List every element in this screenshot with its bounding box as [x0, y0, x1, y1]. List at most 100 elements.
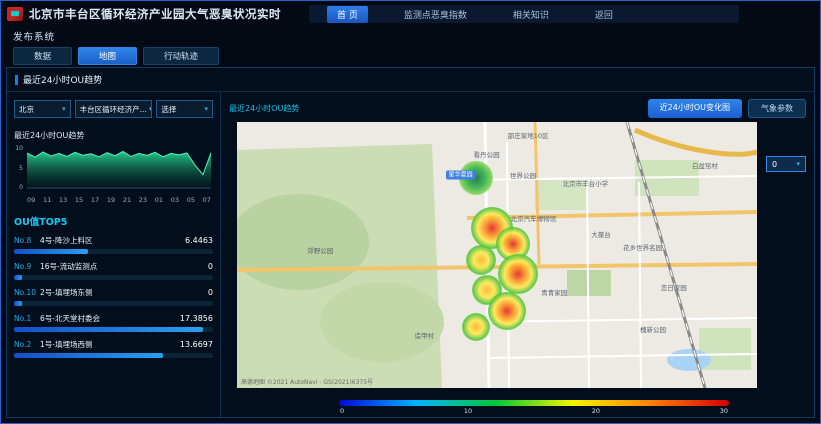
tab-data[interactable]: 数据 [13, 47, 72, 65]
x-tick-label: 03 [171, 196, 179, 204]
ou-value: 13.6697 [180, 340, 213, 349]
top5-title: OU值TOP5 [14, 214, 213, 228]
progress-fill [14, 301, 22, 306]
x-tick-label: 07 [203, 196, 211, 204]
progress-fill [14, 353, 163, 358]
ou-value: 6.4463 [185, 236, 213, 245]
progress-fill [14, 275, 22, 280]
legend-gradient-bar [339, 400, 729, 406]
nav-item-odor-index[interactable]: 监测点恶臭指数 [394, 6, 477, 23]
progress-fill [14, 327, 203, 332]
map-attribution: 高德地图 ©2021 AutoNavi - GS(2021)6375号 [241, 377, 373, 386]
y-tick-label: 5 [14, 165, 23, 172]
ou-color-legend: 0 10 20 30 [339, 400, 729, 415]
nav-item-knowledge[interactable]: 相关知识 [503, 6, 559, 23]
x-tick-label: 23 [139, 196, 147, 204]
section-title: 最近24小时OU趋势 [23, 73, 102, 86]
map-place-label: 北京市丰台小学 [563, 178, 609, 188]
rank-label: No.2 [14, 340, 40, 349]
x-tick-label: 15 [75, 196, 83, 204]
map-place-label: 造甲村 [414, 330, 434, 340]
view-tabs: 数据 地图 行动轨迹 [13, 47, 820, 65]
chevron-down-icon: ▾ [62, 105, 66, 113]
legend-tick-label: 0 [340, 407, 344, 415]
nav-item-home[interactable]: 首 页 [327, 6, 368, 23]
map-place-label: 青青家园 [541, 287, 567, 297]
rank-label: No.1 [14, 314, 40, 323]
ou-change-chart-button[interactable]: 近24小时OU变化图 [648, 99, 742, 118]
legend-tick-label: 20 [592, 407, 600, 415]
map-place-label: 花乡世界名园 [623, 242, 662, 252]
station-name: 1号-填埋场西侧 [40, 339, 176, 350]
region-selectors: 北京 ▾ 丰台区循环经济产... ▾ 选择 ▾ [14, 100, 213, 118]
top5-row: No.10 2号-填埋场东侧 0 [14, 287, 213, 306]
progress-track [14, 327, 213, 332]
map-place-label: 恋日家园 [661, 282, 687, 292]
progress-track [14, 301, 213, 306]
map-place-label: 邵庄家地10区 [508, 130, 549, 140]
nav-item-back[interactable]: 返回 [585, 6, 623, 23]
top-navigation: 首 页 监测点恶臭指数 相关知识 返回 [309, 5, 739, 23]
accent-bar [15, 75, 18, 85]
x-tick-label: 21 [123, 196, 131, 204]
x-tick-label: 11 [43, 196, 51, 204]
station-name: 6号-北天堂村委会 [40, 313, 176, 324]
rank-label: No.10 [14, 288, 40, 297]
app-window: 北京市丰台区循环经济产业园大气恶臭状况实时 首 页 监测点恶臭指数 相关知识 返… [0, 0, 821, 424]
heatmap-blob [462, 313, 490, 341]
station-name: 2号-填埋场东侧 [40, 287, 204, 298]
heatmap-blob [466, 245, 496, 275]
x-tick-label: 19 [107, 196, 115, 204]
section-header: 最近24小时OU趋势 [7, 68, 814, 92]
chevron-down-icon: ▾ [149, 105, 153, 113]
heatmap-blob [488, 292, 526, 330]
map-level-value: 0 [772, 160, 777, 169]
publish-system-label: 发布系统 [1, 25, 820, 43]
map-place-label: 看丹公园 [474, 149, 500, 159]
top5-row: No.8 4号-降沙上料区 6.4463 [14, 235, 213, 254]
map-place-label: 大葆台 [591, 229, 611, 239]
map-place-label: 星华夏园 [446, 171, 476, 180]
station-name: 4号-降沙上料区 [40, 235, 181, 246]
park-select-value: 丰台区循环经济产... [80, 104, 147, 115]
map-level-select[interactable]: 0 ▾ [766, 156, 806, 172]
progress-track [14, 275, 213, 280]
main-panel: 最近24小时OU趋势 北京 ▾ 丰台区循环经济产... ▾ 选择 ▾ [6, 67, 815, 418]
tab-track[interactable]: 行动轨迹 [143, 47, 219, 65]
x-tick-label: 01 [155, 196, 163, 204]
progress-track [14, 353, 213, 358]
map-place-label: 世界公园 [510, 170, 536, 180]
chevron-down-icon: ▾ [205, 105, 209, 113]
park-select[interactable]: 丰台区循环经济产... ▾ [75, 100, 153, 118]
trend-chart: 1050 091113151719212301030507 [14, 145, 213, 204]
x-tick-label: 09 [27, 196, 35, 204]
city-select[interactable]: 北京 ▾ [14, 100, 71, 118]
map-place-label: 槐新公园 [640, 324, 666, 334]
app-logo-icon [7, 7, 23, 21]
legend-tick-label: 30 [720, 407, 728, 415]
map-canvas[interactable]: 邵庄家地10区看丹公园星华夏园世界公园北京市丰台小学白盆窑村北京汽车博物馆大葆台… [237, 122, 757, 388]
map-background [237, 122, 757, 388]
x-tick-label: 05 [187, 196, 195, 204]
chevron-down-icon: ▾ [796, 160, 800, 168]
city-select-value: 北京 [19, 104, 34, 115]
ou-value: 17.3856 [180, 314, 213, 323]
rank-label: No.9 [14, 262, 40, 271]
rank-label: No.8 [14, 236, 40, 245]
y-tick-label: 0 [14, 184, 23, 191]
app-title: 北京市丰台区循环经济产业园大气恶臭状况实时 [29, 6, 281, 22]
weather-params-button[interactable]: 气象参数 [748, 99, 806, 118]
map-place-label: 郊野公园 [307, 245, 333, 255]
top5-row: No.9 16号-流动监测点 0 [14, 261, 213, 280]
station-select[interactable]: 选择 ▾ [156, 100, 213, 118]
legend-ticks: 0 10 20 30 [339, 407, 729, 415]
trend-area-chart [25, 145, 213, 191]
top5-row: No.1 6号-北天堂村委会 17.3856 [14, 313, 213, 332]
progress-fill [14, 249, 88, 254]
chart-x-axis: 091113151719212301030507 [25, 195, 213, 204]
x-tick-label: 13 [59, 196, 67, 204]
station-select-value: 选择 [161, 104, 176, 115]
map-title: 最近24小时OU趋势 [229, 103, 299, 114]
legend-tick-label: 10 [464, 407, 472, 415]
tab-map[interactable]: 地图 [78, 47, 137, 65]
